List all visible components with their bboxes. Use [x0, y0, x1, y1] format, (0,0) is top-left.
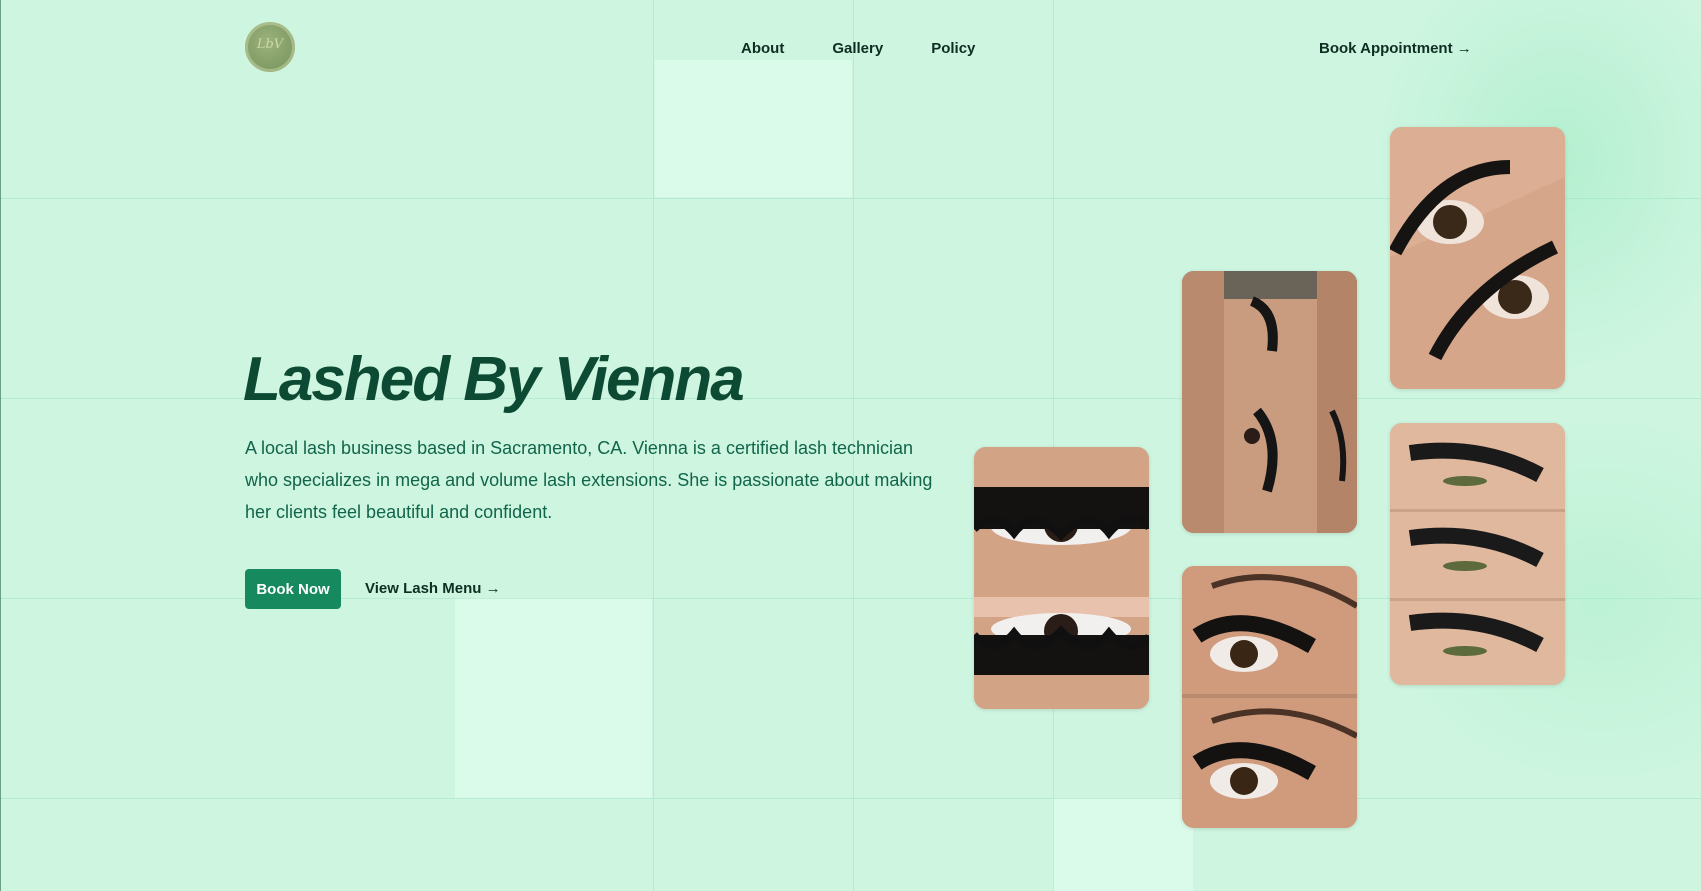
view-lash-menu-link[interactable]: View Lash Menu → [365, 580, 501, 597]
page-left-border [0, 0, 1, 891]
nav-link-policy[interactable]: Policy [931, 40, 975, 57]
nav-link-about[interactable]: About [741, 40, 784, 57]
gallery-image-3 [1182, 566, 1357, 828]
main-nav: About Gallery Policy [741, 40, 975, 57]
nav-link-gallery[interactable]: Gallery [832, 40, 883, 57]
logo-monogram: LbV [256, 37, 284, 52]
gallery-image-4 [1390, 127, 1565, 389]
hero-title: Lashed By Vienna [243, 345, 745, 414]
gallery-image-2 [1182, 271, 1357, 533]
hero-description: A local lash business based in Sacrament… [245, 438, 933, 522]
book-appointment-link[interactable]: Book Appointment → [1319, 40, 1472, 57]
gallery-image-1 [974, 447, 1149, 709]
brand-logo[interactable]: LbV [245, 22, 295, 72]
gallery-image-5 [1390, 423, 1565, 685]
book-now-button[interactable]: Book Now [245, 569, 341, 609]
